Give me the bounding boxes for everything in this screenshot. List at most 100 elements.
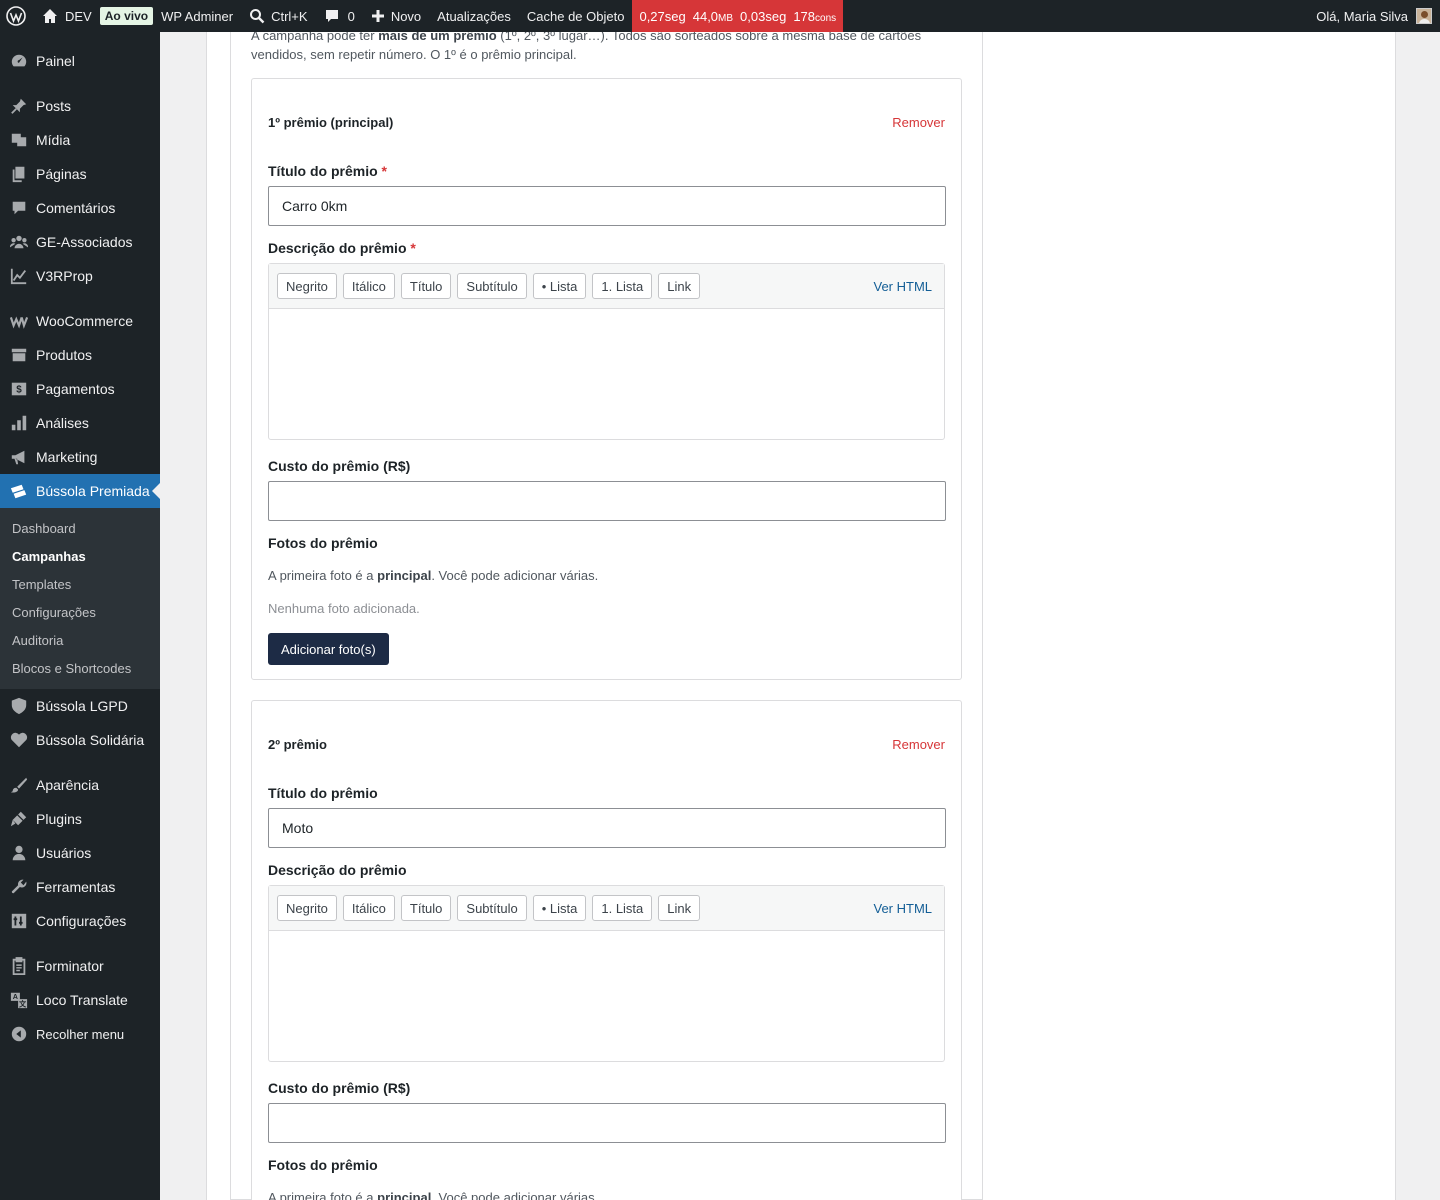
- prize-title-label: Título do prêmio *: [268, 163, 387, 179]
- megaphone-icon: [9, 447, 29, 467]
- remove-prize-link[interactable]: Remover: [892, 115, 945, 130]
- editor-toolbar: Negrito Itálico Título Subtítulo • Lista…: [269, 886, 944, 931]
- wordpress-logo-icon[interactable]: [0, 0, 34, 32]
- prize-cost-label: Custo do prêmio (R$): [268, 458, 411, 474]
- search-shortcut[interactable]: Ctrl+K: [241, 0, 315, 32]
- site-name-link[interactable]: DEV: [34, 0, 100, 32]
- prize-cost-input[interactable]: [268, 1103, 946, 1143]
- menu-pagamentos[interactable]: $ Pagamentos: [0, 372, 160, 406]
- menu-midia[interactable]: Mídia: [0, 123, 160, 157]
- page-time: 0,27seg: [639, 8, 686, 24]
- archive-icon: [9, 345, 29, 365]
- comments-count: 0: [347, 8, 355, 24]
- search-icon: [249, 8, 265, 24]
- menu-v3rprop[interactable]: V3RProp: [0, 259, 160, 293]
- home-icon: [42, 8, 58, 24]
- submenu-dashboard[interactable]: Dashboard: [0, 515, 160, 543]
- menu-loco-translate[interactable]: A 文 Loco Translate: [0, 983, 160, 1017]
- required-mark: *: [381, 163, 387, 179]
- prize-description-label: Descrição do prêmio: [268, 862, 407, 878]
- bold-button[interactable]: Negrito: [277, 273, 337, 299]
- heading-button[interactable]: Título: [400, 273, 452, 299]
- menu-bussola-lgpd[interactable]: Bússola LGPD: [0, 689, 160, 723]
- menu-analises[interactable]: Análises: [0, 406, 160, 440]
- link-button[interactable]: Link: [658, 895, 701, 921]
- prize-card: 1º prêmio (principal) Remover Título do …: [251, 78, 962, 680]
- user-account-menu[interactable]: Olá, Maria Silva: [1316, 8, 1440, 24]
- prize-title-input[interactable]: Carro 0km: [268, 186, 946, 226]
- heart-icon: [9, 730, 29, 750]
- pages-icon: [9, 164, 29, 184]
- editor-content-area[interactable]: [269, 931, 944, 1061]
- updates-link[interactable]: Atualizações: [429, 0, 519, 32]
- menu-woocommerce[interactable]: WooCommerce: [0, 304, 160, 338]
- menu-marketing[interactable]: Marketing: [0, 440, 160, 474]
- add-photos-button[interactable]: Adicionar foto(s): [268, 633, 389, 665]
- prize-cost-input[interactable]: [268, 481, 946, 521]
- menu-bussola-premiada[interactable]: Bússola Premiada: [0, 474, 160, 508]
- submenu-auditoria[interactable]: Auditoria: [0, 627, 160, 655]
- menu-paginas[interactable]: Páginas: [0, 157, 160, 191]
- menu-comentarios[interactable]: Comentários: [0, 191, 160, 225]
- bussola-premiada-submenu: Dashboard Campanhas Templates Configuraç…: [0, 508, 160, 689]
- media-icon: [9, 130, 29, 150]
- new-content-link[interactable]: Novo: [363, 0, 429, 32]
- groups-icon: [9, 232, 29, 252]
- menu-aparencia[interactable]: Aparência: [0, 768, 160, 802]
- query-monitor-stats[interactable]: 0,27seg 44,0MB 0,03seg 178cons: [632, 0, 844, 32]
- no-photos-text: Nenhuma foto adicionada.: [268, 601, 420, 616]
- menu-produtos[interactable]: Produtos: [0, 338, 160, 372]
- subheading-button[interactable]: Subtítulo: [457, 895, 527, 921]
- menu-painel[interactable]: Painel: [0, 44, 160, 78]
- menu-usuarios[interactable]: Usuários: [0, 836, 160, 870]
- settings-icon: [9, 911, 29, 931]
- editor-content-area[interactable]: [269, 309, 944, 439]
- description-editor: Negrito Itálico Título Subtítulo • Lista…: [268, 263, 945, 440]
- numbered-list-button[interactable]: 1. Lista: [592, 273, 653, 299]
- menu-collapse[interactable]: Recolher menu: [0, 1017, 160, 1051]
- prize-photos-label: Fotos do prêmio: [268, 535, 378, 551]
- menu-bussola-solidaria[interactable]: Bússola Solidária: [0, 723, 160, 757]
- submenu-templates[interactable]: Templates: [0, 571, 160, 599]
- prize-title-label: Título do prêmio: [268, 785, 378, 801]
- dashboard-icon: [9, 51, 29, 71]
- required-mark: *: [410, 240, 416, 256]
- remove-prize-link[interactable]: Remover: [892, 737, 945, 752]
- view-html-toggle[interactable]: Ver HTML: [873, 279, 932, 294]
- link-button[interactable]: Link: [658, 273, 701, 299]
- memory-usage: 44,0MB: [692, 8, 734, 24]
- menu-posts[interactable]: Posts: [0, 89, 160, 123]
- comments-link[interactable]: 0: [316, 0, 363, 32]
- photos-help-text: A primeira foto é a principal. Você pode…: [268, 568, 599, 583]
- bold-button[interactable]: Negrito: [277, 895, 337, 921]
- italic-button[interactable]: Itálico: [342, 273, 395, 299]
- admin-bar: DEV Ao vivo WP Adminer Ctrl+K 0 Novo Atu…: [0, 0, 1440, 32]
- heading-button[interactable]: Título: [400, 895, 452, 921]
- submenu-campanhas[interactable]: Campanhas: [0, 543, 160, 571]
- wp-adminer-link[interactable]: WP Adminer: [153, 0, 241, 32]
- object-cache-link[interactable]: Cache de Objeto: [519, 0, 633, 32]
- search-shortcut-label: Ctrl+K: [271, 8, 308, 24]
- menu-plugins[interactable]: Plugins: [0, 802, 160, 836]
- brush-icon: [9, 775, 29, 795]
- shield-icon: [9, 696, 29, 716]
- chart-line-icon: [9, 266, 29, 286]
- prize-cost-label: Custo do prêmio (R$): [268, 1080, 411, 1096]
- bullet-list-button[interactable]: • Lista: [532, 895, 587, 921]
- menu-ferramentas[interactable]: Ferramentas: [0, 870, 160, 904]
- submenu-configuracoes[interactable]: Configurações: [0, 599, 160, 627]
- menu-forminator[interactable]: Forminator: [0, 949, 160, 983]
- collapse-icon: [9, 1024, 29, 1044]
- numbered-list-button[interactable]: 1. Lista: [592, 895, 653, 921]
- subheading-button[interactable]: Subtítulo: [457, 273, 527, 299]
- menu-configuracoes[interactable]: Configurações: [0, 904, 160, 938]
- live-badge: Ao vivo: [99, 7, 154, 25]
- menu-ge-associados[interactable]: GE-Associados: [0, 225, 160, 259]
- prize-title-input[interactable]: Moto: [268, 808, 946, 848]
- bullet-list-button[interactable]: • Lista: [532, 273, 587, 299]
- submenu-blocos-shortcodes[interactable]: Blocos e Shortcodes: [0, 655, 160, 683]
- pin-icon: [9, 96, 29, 116]
- view-html-toggle[interactable]: Ver HTML: [873, 901, 932, 916]
- payment-icon: $: [9, 379, 29, 399]
- italic-button[interactable]: Itálico: [342, 895, 395, 921]
